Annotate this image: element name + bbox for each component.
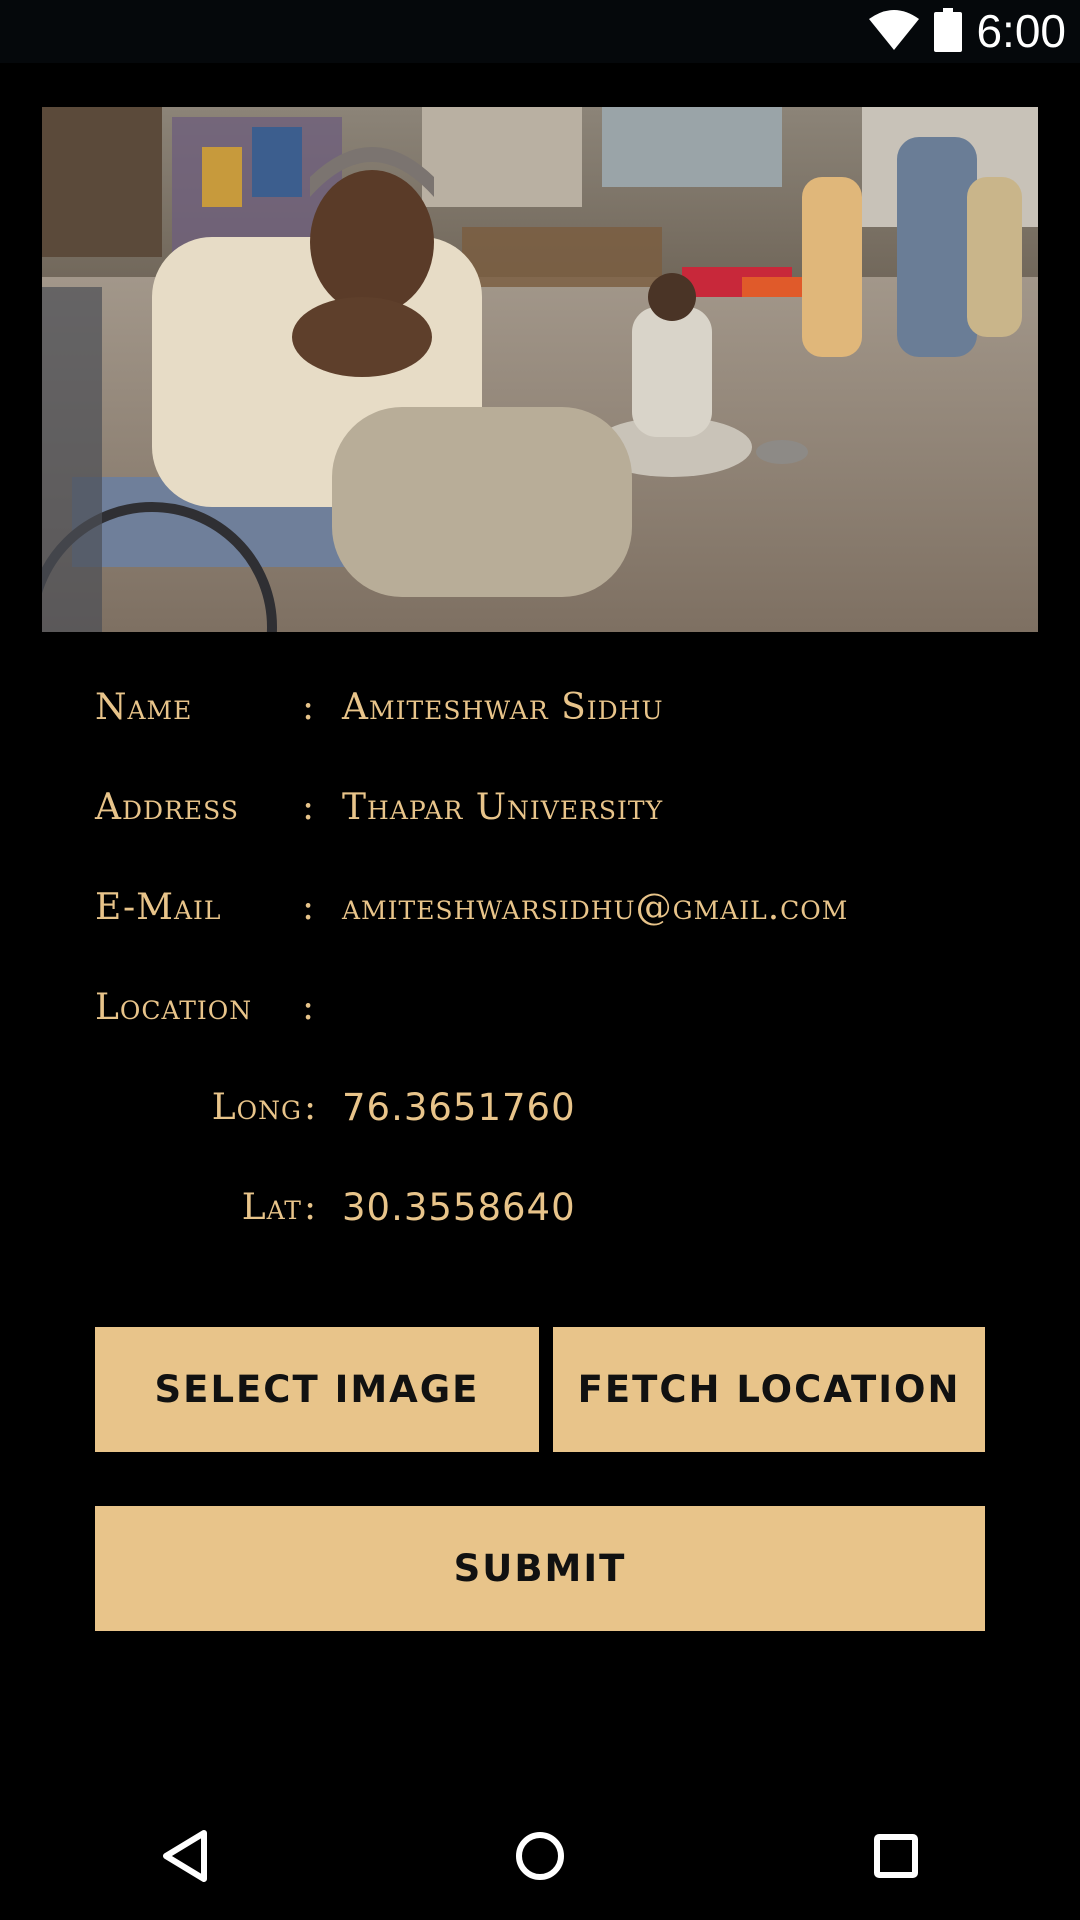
back-button[interactable] — [150, 1823, 220, 1893]
email-colon: : — [302, 887, 316, 928]
longitude-value: 76.3651760 — [342, 1086, 576, 1129]
longitude-label: Long — [211, 1087, 302, 1128]
email-value: amiteshwarsidhu@gmail.com — [342, 887, 849, 928]
name-colon: : — [302, 687, 316, 728]
recents-button[interactable] — [861, 1823, 931, 1893]
fetch-location-button[interactable]: FETCH LOCATION — [553, 1327, 985, 1452]
select-image-button[interactable]: SELECT IMAGE — [95, 1327, 539, 1452]
latitude-label: Lat — [241, 1187, 302, 1228]
name-label: Name — [95, 687, 193, 728]
address-value: Thapar University — [342, 787, 664, 828]
latitude-value: 30.3558640 — [342, 1186, 576, 1229]
selected-photo — [42, 107, 1038, 632]
status-bar: 6:00 — [0, 0, 1080, 63]
location-label: Location — [95, 987, 253, 1028]
status-icons: 6:00 — [868, 0, 1066, 63]
address-row: Address : Thapar University — [0, 778, 1080, 838]
name-value: Amiteshwar Sidhu — [342, 687, 664, 728]
submit-button[interactable]: SUBMIT — [95, 1506, 985, 1631]
home-button[interactable] — [505, 1823, 575, 1893]
home-circle-icon — [515, 1831, 565, 1885]
status-time: 6:00 — [976, 5, 1066, 57]
screen: 6:00 Name: Amiteshwar Sidhu Address: T… — [0, 0, 1080, 1920]
battery-icon — [934, 7, 963, 56]
wifi-icon — [868, 9, 920, 55]
location-colon: : — [302, 987, 316, 1028]
address-label: Address — [95, 787, 239, 828]
longitude-colon: : — [304, 1087, 318, 1128]
email-label: E-Mail — [95, 887, 222, 928]
longitude-row: Long : 76.3651760 — [0, 1078, 1080, 1138]
recents-square-icon — [874, 1834, 918, 1882]
street-photo-image — [42, 107, 1038, 632]
email-row: E-Mail : amiteshwarsidhu@gmail.com — [0, 878, 1080, 938]
name-row: Name : Amiteshwar Sidhu — [0, 678, 1080, 738]
latitude-colon: : — [304, 1187, 318, 1228]
back-triangle-icon — [160, 1829, 210, 1887]
navigation-bar — [0, 1795, 1080, 1920]
latitude-row: Lat : 30.3558640 — [0, 1178, 1080, 1238]
location-row: Location : — [0, 978, 1080, 1038]
address-colon: : — [302, 787, 316, 828]
